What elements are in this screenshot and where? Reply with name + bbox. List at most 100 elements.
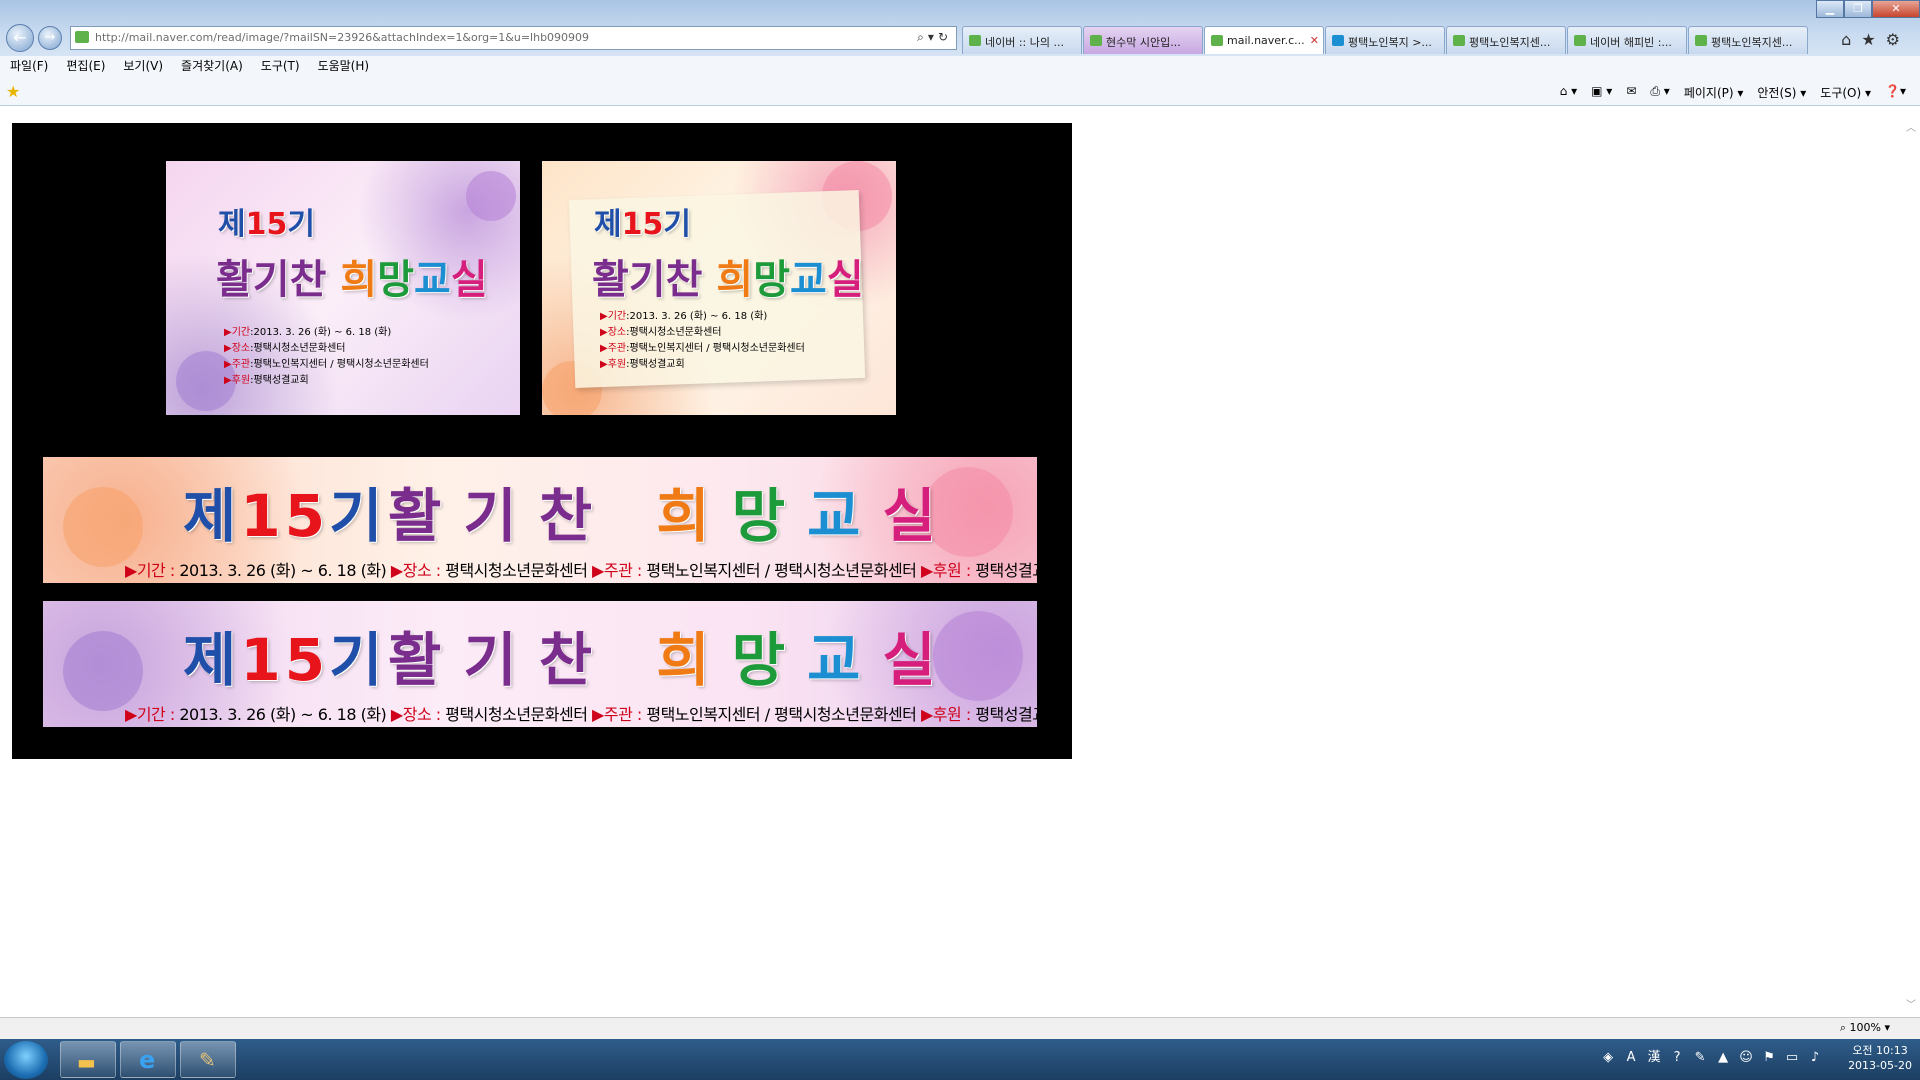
feeds-icon[interactable]: ▣ ▾ [1591,84,1612,101]
tab-6[interactable]: 네이버 해피빈 :... [1567,26,1687,54]
folder-icon: ▬ [77,1050,96,1074]
poster-cohort-title: 제15기 [218,207,315,242]
banner-main-title: 활기찬 희망교실 [388,626,958,694]
menu-tools[interactable]: 도구(T) [261,56,300,80]
tab-1[interactable]: 네이버 :: 나의 ... [962,26,1082,54]
address-url[interactable]: http://mail.naver.com/read/image/?mailSN… [95,31,589,44]
page-favicon-icon [75,31,89,43]
poster-small-peach: 제15기 활기찬 희망교실 ▶기간:2013. 3. 26 (화) ~ 6. 1… [542,161,896,415]
status-bar: ⌕ 100% ▾ [0,1017,1920,1039]
menu-favorites[interactable]: 즐겨찾기(A) [181,56,243,80]
poster-cohort-title: 제15기 [594,207,691,242]
menu-bar: 파일(F) 편집(E) 보기(V) 즐겨찾기(A) 도구(T) 도움말(H) [0,56,1920,80]
tab-label: 평택노인복지 >... [1348,36,1432,49]
pen-icon[interactable]: ✎ [1692,1050,1708,1066]
clock-date: 2013-05-20 [1848,1059,1912,1072]
tab-favicon-icon [1453,35,1465,46]
safety-menu[interactable]: 안전(S) ▾ [1757,84,1806,101]
explorer-taskbar-button[interactable]: ▬ [60,1041,116,1078]
tab-close-icon[interactable]: ✕ [1310,34,1319,47]
banner-cohort-title: 제15기 [183,482,387,550]
tools-menu[interactable]: 도구(O) ▾ [1820,84,1871,101]
address-bar[interactable]: http://mail.naver.com/read/image/?mailSN… [70,26,957,50]
browser-icons: ⌂★⚙ [1841,30,1910,49]
tab-label: 현수막 시안입... [1106,36,1181,49]
menu-file[interactable]: 파일(F) [10,56,48,80]
vertical-scrollbar[interactable]: ︿ ﹀ [1903,107,1920,1017]
banner-main-title: 활기찬 희망교실 [388,482,958,550]
help-icon[interactable]: ? [1669,1050,1685,1066]
poster-main-title: 활기찬 희망교실 [216,257,488,303]
zoom-level[interactable]: ⌕ 100% ▾ [1840,1021,1890,1035]
gear-icon[interactable]: ⚙ [1886,30,1910,49]
show-hidden-icons-icon[interactable]: ▲ [1715,1050,1731,1066]
volume-icon[interactable]: ♪ [1807,1050,1823,1066]
page-content: 제15기 활기찬 희망교실 ▶기간:2013. 3. 26 (화) ~ 6. 1… [0,107,1920,1017]
flag-icon[interactable]: ⚑ [1761,1050,1777,1066]
paint-taskbar-button[interactable]: ✎ [180,1041,236,1078]
tab-strip: 네이버 :: 나의 ... 현수막 시안입... mail.naver.c...… [962,26,1809,54]
mail-favicon-icon [1090,35,1102,46]
attachment-image: 제15기 활기찬 희망교실 ▶기간:2013. 3. 26 (화) ~ 6. 1… [12,123,1072,759]
restore-button[interactable]: ❐ [1844,0,1872,18]
network-shield-icon[interactable]: ◈ [1600,1050,1616,1066]
windows-taskbar: ▬ e ✎ ◈ A 漢 ? ✎ ▲ ☺ ⚑ ▭ ♪ 오전 10:13 2013-… [0,1039,1920,1080]
start-button[interactable] [4,1041,48,1079]
add-favorite-star-icon[interactable]: ★ [6,82,20,101]
ime-a-icon[interactable]: A [1623,1050,1639,1066]
menu-help[interactable]: 도움말(H) [318,56,370,80]
tab-favicon-icon [1574,35,1586,46]
tab-label: 네이버 :: 나의 ... [985,36,1064,49]
poster-small-purple: 제15기 활기찬 희망교실 ▶기간:2013. 3. 26 (화) ~ 6. 1… [166,161,520,415]
refresh-icon[interactable]: ↻ [938,30,952,44]
ie-icon: e [139,1046,156,1074]
banner-info: ▶기간 : 2013. 3. 26 (화) ~ 6. 18 (화) ▶장소 : … [125,705,1037,724]
menu-view[interactable]: 보기(V) [123,56,163,80]
mail-icon[interactable]: ✉ [1626,84,1636,101]
poster-info: ▶기간:2013. 3. 26 (화) ~ 6. 18 (화) ▶장소:평택시청… [600,311,805,370]
page-menu[interactable]: 페이지(P) ▾ [1684,84,1744,101]
ie-taskbar-button[interactable]: e [120,1041,176,1078]
favorites-star-icon[interactable]: ★ [1861,30,1885,49]
banner-peach: 제15기 활기찬 희망교실 ▶기간 : 2013. 3. 26 (화) ~ 6.… [43,457,1037,583]
home-dropdown-icon[interactable]: ⌂ ▾ [1560,84,1577,101]
clock-time: 오전 10:13 [1852,1044,1908,1057]
clock[interactable]: 오전 10:13 2013-05-20 [1848,1043,1912,1073]
scroll-up-icon[interactable]: ︿ [1906,119,1916,134]
banner-purple: 제15기 활기찬 희망교실 ▶기간 : 2013. 3. 26 (화) ~ 6.… [43,601,1037,727]
close-window-button[interactable]: ✕ [1872,0,1920,18]
dropdown-icon[interactable]: ▾ [928,30,938,44]
help-icon[interactable]: ❓▾ [1885,84,1906,101]
menu-edit[interactable]: 편집(E) [66,56,105,80]
home-icon[interactable]: ⌂ [1841,30,1861,49]
messenger-icon[interactable]: ☺ [1738,1050,1754,1066]
tab-label: 평택노인복지센... [1711,36,1793,49]
banner-cohort-title: 제15기 [183,626,387,694]
flower-decoration [63,631,143,711]
banner-info: ▶기간 : 2013. 3. 26 (화) ~ 6. 18 (화) ▶장소 : … [125,561,1037,580]
forward-button[interactable]: → [38,26,62,50]
tab-7[interactable]: 평택노인복지센... [1688,26,1808,54]
tab-label: 평택노인복지센... [1469,36,1551,49]
paint-icon: ✎ [199,1048,216,1072]
tab-4[interactable]: 평택노인복지 >... [1325,26,1445,54]
tab-favicon-icon [969,35,981,46]
mail-favicon-icon [1211,35,1223,46]
tab-3-active[interactable]: mail.naver.c... ✕ [1204,26,1324,54]
scroll-down-icon[interactable]: ﹀ [1906,996,1916,1011]
search-icon[interactable]: ⌕ [917,30,928,44]
address-tools[interactable]: ⌕▾↻ [917,30,952,45]
system-tray: ◈ A 漢 ? ✎ ▲ ☺ ⚑ ▭ ♪ 오전 10:13 2013-05-20 [1600,1043,1912,1073]
network-icon[interactable]: ▭ [1784,1050,1800,1066]
tab-2[interactable]: 현수막 시안입... [1083,26,1203,54]
poster-info: ▶기간:2013. 3. 26 (화) ~ 6. 18 (화) ▶장소:평택시청… [224,327,429,386]
command-bar-right: ⌂ ▾ ▣ ▾ ✉ ⎙ ▾ 페이지(P) ▾ 안전(S) ▾ 도구(O) ▾ ❓… [1546,84,1906,101]
minimize-button[interactable]: ▁ [1816,0,1844,18]
flower-decoration [466,171,516,221]
back-button[interactable]: ← [6,24,34,52]
zoom-icon: ⌕ [1839,1021,1847,1034]
ime-hanja-icon[interactable]: 漢 [1646,1050,1662,1066]
tab-5[interactable]: 평택노인복지센... [1446,26,1566,54]
print-icon[interactable]: ⎙ ▾ [1650,84,1669,101]
browser-titlebar: ← → http://mail.naver.com/read/image/?ma… [0,0,1920,56]
